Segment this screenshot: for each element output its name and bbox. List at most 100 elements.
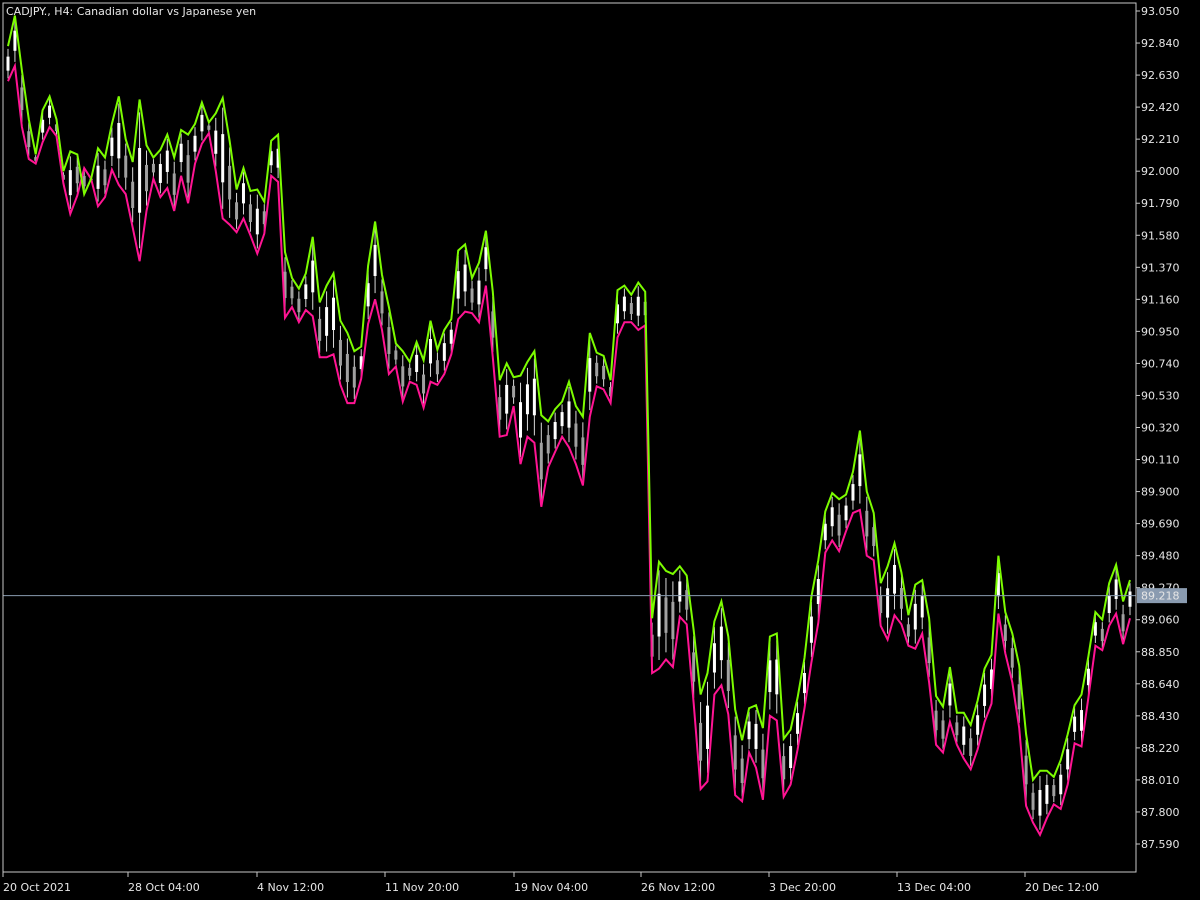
candle-body [712, 643, 716, 673]
time-tick-label: 13 Dec 04:00 [897, 881, 971, 894]
candle-body [851, 484, 855, 501]
candle-body [948, 683, 952, 706]
price-tick-label: 88.220 [1141, 742, 1180, 755]
candle-body [685, 590, 689, 610]
candle-body [1059, 774, 1063, 795]
candle-body [75, 166, 79, 184]
candle-body [172, 173, 176, 195]
candle-body [394, 350, 398, 360]
candle-body [913, 603, 917, 630]
candle-body [768, 660, 772, 693]
candle-body [6, 56, 10, 71]
candle-body [976, 715, 980, 735]
time-tick-label: 4 Nov 12:00 [257, 881, 324, 894]
candle-body [1121, 614, 1125, 632]
candle-body [629, 303, 633, 314]
candle-body [893, 564, 897, 594]
candle-body [539, 442, 543, 480]
candle-body [671, 601, 675, 640]
candle-body [761, 749, 765, 779]
candle-body [726, 659, 730, 691]
candle-body [200, 114, 204, 132]
price-tick-label: 87.590 [1141, 838, 1180, 851]
candle-body [470, 288, 474, 303]
candle-body [332, 297, 336, 331]
price-badge: 89.218 [1137, 588, 1187, 604]
candle-body [1052, 785, 1056, 797]
candle-body [110, 137, 114, 156]
candle-body [221, 134, 225, 183]
candle-body [809, 616, 813, 643]
price-chart[interactable]: 93.050 92.840 92.630 92.420 92.210 92.000 91.7… [0, 0, 1200, 900]
candle-body [1024, 755, 1028, 785]
candle-body [158, 164, 162, 183]
time-tick-label: 3 Dec 20:00 [769, 881, 836, 894]
candle-body [179, 143, 183, 163]
candle-body [463, 264, 467, 292]
candle-body [962, 726, 966, 745]
candle-body [1038, 789, 1042, 816]
candle-body [733, 735, 737, 770]
candle-body [512, 385, 516, 398]
time-tick-label: 26 Nov 12:00 [641, 881, 715, 894]
candle-body [802, 672, 806, 694]
candle-body [1080, 710, 1084, 731]
candle-body [290, 286, 294, 299]
candle-body [96, 165, 100, 189]
candle-body [1107, 595, 1111, 614]
candle-body [899, 587, 903, 609]
candle-body [602, 365, 606, 380]
candle-body [1100, 628, 1104, 642]
candle-body [1128, 591, 1132, 607]
candle-body [678, 581, 682, 602]
candle-body [595, 362, 599, 377]
candle-body [297, 298, 301, 313]
time-tick-label: 20 Oct 2021 [3, 881, 71, 894]
candle-body [27, 131, 31, 148]
candle-body [969, 738, 973, 756]
price-tick-label: 92.420 [1141, 101, 1180, 114]
price-tick-label: 88.640 [1141, 678, 1180, 691]
candle-body [754, 723, 758, 749]
price-tick-label: 88.430 [1141, 710, 1180, 723]
candle-body [1066, 749, 1070, 770]
candle-body [657, 593, 661, 637]
price-tick-label: 92.210 [1141, 133, 1180, 146]
candle-body [449, 329, 453, 344]
candle-body [553, 422, 557, 440]
candle-body [193, 135, 197, 152]
candle-body [165, 150, 169, 172]
candle-body [560, 412, 564, 427]
price-tick-label: 90.320 [1141, 422, 1180, 435]
candle-body [338, 339, 342, 366]
time-tick-label: 11 Nov 20:00 [385, 881, 459, 894]
candle-body [214, 130, 218, 154]
candle-body [456, 271, 460, 299]
candle-body [131, 181, 135, 208]
candle-body [207, 125, 211, 130]
candle-body [415, 354, 419, 372]
price-tick-label: 88.010 [1141, 774, 1180, 787]
price-badge-label: 89.218 [1141, 590, 1180, 603]
candle-body [228, 165, 232, 200]
candle-body [519, 402, 523, 438]
candle-body [844, 505, 848, 521]
candle-body [636, 296, 640, 316]
candle-body [20, 87, 24, 111]
candle-body [311, 260, 315, 293]
candle-body [886, 588, 890, 618]
time-tick-label: 28 Oct 04:00 [128, 881, 200, 894]
candle-body [1045, 784, 1049, 804]
candle-body [145, 164, 149, 192]
price-tick-label: 90.740 [1141, 357, 1180, 370]
candle-body [1010, 648, 1014, 668]
time-tick-label: 19 Nov 04:00 [514, 881, 588, 894]
price-tick-label: 91.790 [1141, 197, 1180, 210]
price-tick-label: 89.060 [1141, 614, 1180, 627]
price-tick-label: 91.370 [1141, 261, 1180, 274]
price-tick-label: 90.110 [1141, 454, 1180, 467]
candle-body [186, 155, 190, 183]
candle-body [740, 758, 744, 783]
candle-body [858, 454, 862, 487]
candle-body [138, 148, 142, 213]
